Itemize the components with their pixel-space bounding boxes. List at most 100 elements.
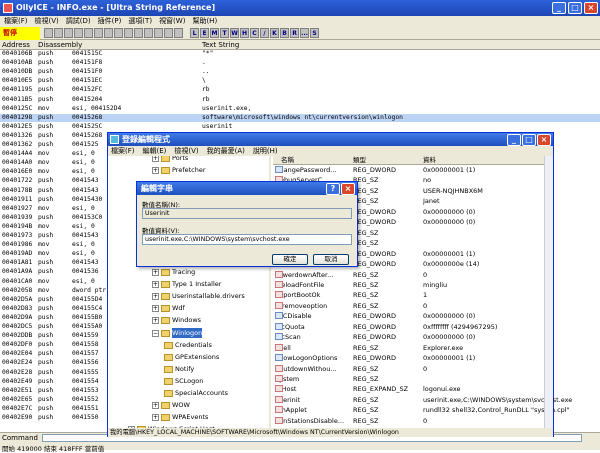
expand-toggle-icon[interactable]: + [152,316,159,324]
toolbar-letter-button[interactable]: / [260,28,269,38]
dialog-help-button[interactable]: ? [326,183,340,195]
toolbar-letter-button[interactable]: H [240,28,249,38]
toolbar-letter-button[interactable]: T [220,28,229,38]
expand-toggle-icon[interactable]: − [152,329,159,337]
registry-value-row[interactable]: SfcScan REG_DWORD 0x00000000 (0) [273,333,553,342]
toolbar-letter-button[interactable]: M [210,28,219,38]
toolbar-icon-button[interactable] [74,28,83,38]
regedit-menu-item[interactable]: 檢視(V) [174,146,198,156]
toolbar-icon-button[interactable] [134,28,143,38]
list-row[interactable]: 00401298 push 00415268 software\microsoft\w… [0,113,600,123]
tree-node[interactable]: − Winlogon [152,328,203,338]
tree-node[interactable]: Notify [164,364,194,374]
registry-value-row[interactable]: WinStationsDisable... REG_SZ 0 [273,416,553,426]
expand-toggle-icon[interactable]: + [152,166,159,174]
list-row[interactable]: 004010E5 push 004151EC \ [0,77,600,86]
tree-node[interactable]: Credentials [164,340,212,350]
minimize-button[interactable]: _ [552,2,566,14]
toolbar-icon-button[interactable] [54,28,63,38]
tree-node[interactable]: SCLogon [164,376,203,386]
toolbar-icon-button[interactable] [64,28,73,38]
expand-toggle-icon[interactable]: + [152,156,159,162]
toolbar-letter-button[interactable]: E [200,28,209,38]
list-row[interactable]: 0040106B push 0041515C "*" [0,50,600,59]
tree-node[interactable]: + Type 1 Installer [152,279,221,289]
regedit-close-button[interactable]: × [537,134,551,146]
tree-node[interactable]: GPExtensions [164,352,219,362]
toolbar-icon-button[interactable] [164,28,173,38]
tree-node[interactable]: + Tracing [152,267,195,277]
regedit-scrollbar[interactable] [544,156,553,428]
registry-value-row[interactable]: ShowLogonOptions REG_DWORD 0x00000001 (1) [273,354,553,363]
regedit-maximize-button[interactable]: □ [522,134,536,146]
toolbar-letter-button[interactable]: C [250,28,259,38]
menu-item[interactable]: 調試(D) [66,16,91,27]
maximize-button[interactable]: □ [568,2,582,14]
expand-toggle-icon[interactable]: + [152,304,159,312]
registry-value-row[interactable]: PreloadFontFile REG_SZ mingliu [273,280,553,290]
expand-toggle-icon[interactable]: + [152,413,159,421]
expand-toggle-icon[interactable]: + [152,280,159,288]
registry-value-row[interactable]: scremoveoption REG_SZ 0 [273,301,553,311]
toolbar-letter-button[interactable]: ... [300,28,309,38]
tree-node[interactable]: + Prefetcher [152,165,206,175]
list-row[interactable]: 0040125C mov esi, 004152D4 userinit.exe, [0,105,600,114]
toolbar-letter-button[interactable]: L [190,28,199,38]
toolbar-letter-button[interactable]: B [280,28,289,38]
registry-value-row[interactable]: System REG_SZ [273,375,553,384]
menu-item[interactable]: 幫助(H) [192,16,217,27]
list-row[interactable]: 004010DB push 004151F0.. [0,68,600,77]
list-row[interactable]: 004012E5 push 0041525C userinit [0,123,600,132]
list-row[interactable]: 004011B5 push 00415204 rb [0,96,600,105]
registry-value-row[interactable]: ShellREG_SZ Explorer.exe [273,343,553,353]
menu-item[interactable]: 選項(T) [128,16,152,27]
registry-value-row[interactable]: SfcQuota REG_DWORD 0xffffffff (4294967295) [273,322,553,332]
cancel-button[interactable]: 取消 [313,254,349,265]
tree-node[interactable]: + WPAEvents [152,412,208,422]
regedit-minimize-button[interactable]: _ [507,134,521,146]
col-address[interactable]: Address [2,40,30,50]
registry-value-row[interactable]: UIHost REG_EXPAND_SZ logonui.exe [273,385,553,394]
expand-toggle-icon[interactable]: + [152,268,159,276]
registry-value-row[interactable]: ReportBootOk REG_SZ 1 [273,291,553,300]
menu-item[interactable]: 檢視(V) [35,16,59,27]
registry-value-row[interactable]: ChangePassword... REG_DWORD 0x00000001 (1) [273,166,553,175]
col-name[interactable]: 名稱 [281,156,294,165]
toolbar-letter-button[interactable]: W [230,28,239,38]
tree-node[interactable]: + WOW [152,400,190,410]
toolbar-icon-button[interactable] [94,28,103,38]
tree-node[interactable]: + Wdf [152,303,185,313]
regedit-menu-item[interactable]: 編輯(E) [143,146,167,156]
col-data[interactable]: 資料 [423,156,436,165]
menu-item[interactable]: 檔案(F) [4,16,28,27]
list-row[interactable]: 00401195 push 004152FC rb [0,86,600,95]
col-disassembly[interactable]: Disassembly [38,40,82,50]
toolbar-letter-button[interactable]: S [310,28,319,38]
regedit-menu-item[interactable]: 檔案(F) [111,146,135,156]
toolbar-icon-button[interactable] [144,28,153,38]
toolbar-icon-button[interactable] [154,28,163,38]
toolbar-letter-button[interactable]: R [290,28,299,38]
dialog-close-button[interactable]: × [341,183,355,195]
tree-node[interactable]: + Userinstallable.drivers [152,291,245,301]
toolbar-icon-button[interactable] [44,28,53,38]
toolbar-icon-button[interactable] [124,28,133,38]
expand-toggle-icon[interactable]: + [152,401,159,409]
value-data-field[interactable]: userinit.exe,C:\WINDOWS\system\svchost.e… [142,234,352,245]
toolbar-icon-button[interactable] [104,28,113,38]
toolbar-icon-button[interactable] [174,28,183,38]
expand-toggle-icon[interactable]: + [152,292,159,300]
toolbar-icon-button[interactable] [114,28,123,38]
toolbar-icon-button[interactable] [84,28,93,38]
regedit-menu-item[interactable]: 說明(H) [253,146,278,156]
registry-value-row[interactable]: ShutdownWithou... REG_SZ 0 [273,364,553,374]
tree-node[interactable]: + Windows [152,315,201,325]
menu-item[interactable]: 視窗(W) [159,16,185,27]
registry-value-row[interactable]: Userinit REG_SZ userinit.exe,C:\WINDOWS\sy… [273,395,572,405]
regedit-menu-item[interactable]: 我的最愛(A) [207,146,245,156]
tree-node[interactable]: SpecialAccounts [164,388,228,398]
registry-value-row[interactable]: SFCDisable REG_DWORD 0x00000000 (0) [273,312,553,321]
registry-value-row[interactable]: PowerdownAfter... REG_SZ 0 [273,270,553,280]
close-button[interactable]: × [584,2,598,14]
registry-value-row[interactable]: VmApplet REG_SZ rundll32 shell32,Control_R… [273,406,570,415]
